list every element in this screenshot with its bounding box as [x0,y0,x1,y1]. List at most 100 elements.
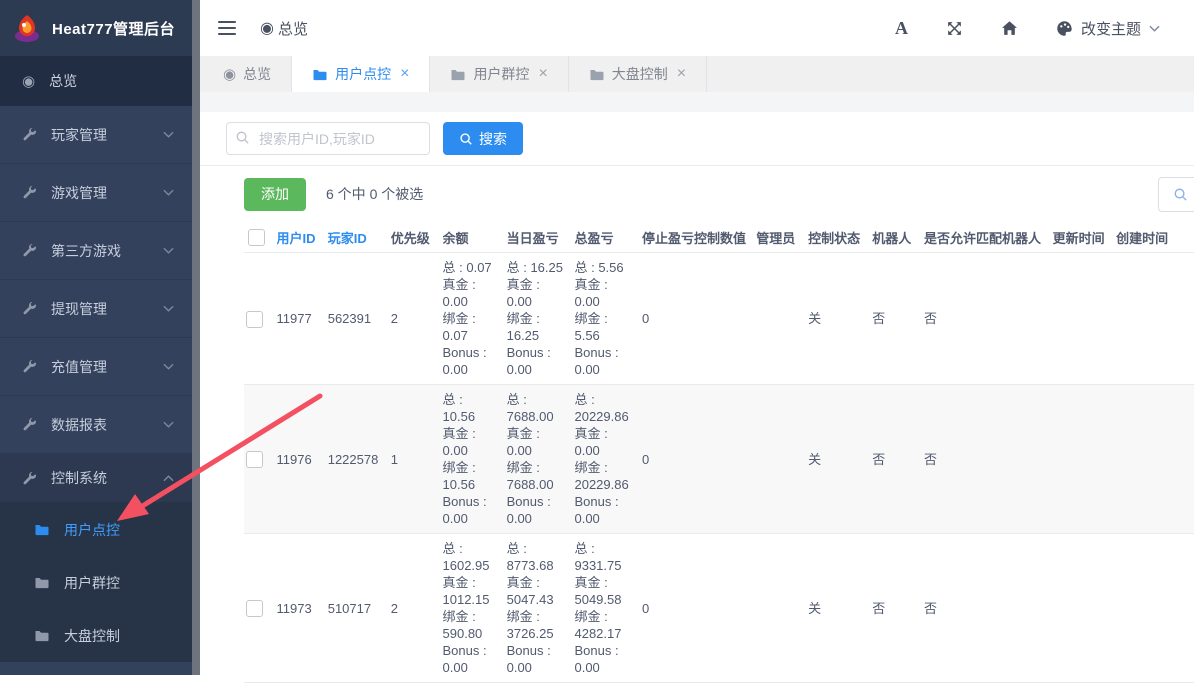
cell-admin [756,385,808,534]
main-area: ◉ 总览 A 改变主题 ◉ 总览 用户点控× 用户群控 × [200,0,1194,675]
cell-stop-value: 0 [642,253,756,385]
tab-bar: ◉ 总览 用户点控× 用户群控 × 大盘控制× [200,56,1194,92]
cell-control-state: 关 [808,253,872,385]
cell-balance: 总 : 10.56 真金 : 0.00 绑金 : 10.56 Bonus : 0… [443,385,507,534]
table-row: 119775623912总 : 0.07 真金 : 0.00 绑金 : 0.07… [244,253,1194,385]
row-checkbox[interactable] [246,311,263,328]
sidebar-item-overview[interactable]: ◉ 总览 [0,56,192,106]
sidebar-overview-label: 总览 [49,71,77,91]
cell-robot: 否 [872,253,924,385]
column-header[interactable]: 玩家ID [328,222,391,253]
tab-overview[interactable]: ◉ 总览 [203,56,292,92]
add-button[interactable]: 添加 [244,178,306,211]
cell-player-id: 562391 [328,253,391,385]
row-checkbox[interactable] [246,600,263,617]
cell-total-pl: 总 : 9331.75 真金 : 5049.58 绑金 : 4282.17 Bo… [574,534,641,683]
row-checkbox[interactable] [246,451,263,468]
search-icon [235,130,250,145]
column-header: 停止盈亏控制数值 [642,222,756,253]
app-logo-row[interactable]: Heat777管理后台 [0,0,192,56]
column-header: 当日盈亏 [507,222,575,253]
table-toolbar: 添加 6 个中 0 个被选 [200,166,1194,222]
search-button[interactable]: 搜索 [443,122,523,155]
sidebar-item-label: 玩家管理 [51,125,149,145]
column-search-button[interactable] [1158,177,1194,212]
tab-label: 用户群控 [473,64,529,84]
cell-balance: 总 : 0.07 真金 : 0.00 绑金 : 0.07 Bonus : 0.0… [443,253,507,385]
sidebar-item-control-system[interactable]: 控制系统 [0,454,192,503]
tab-label: 总览 [243,64,271,84]
search-box [226,122,430,155]
column-header: 余额 [443,222,507,253]
row-select-cell [244,253,277,385]
sidebar-item-user-group-control[interactable]: 用户群控 [0,556,192,609]
cell-balance: 总 : 1602.95 真金 : 1012.15 绑金 : 590.80 Bon… [443,534,507,683]
cell-player-id: 510717 [328,534,391,683]
sidebar-menu: 玩家管理 游戏管理 第三方游戏 提现管理 充值管理 数据报表 控制系统 用户点控… [0,106,192,675]
sidebar-item-withdrawal[interactable]: 提现管理 [0,280,192,338]
sidebar-item-permissions[interactable]: 权限管理 [0,662,192,675]
data-table-wrap: 用户ID玩家ID优先级余额当日盈亏总盈亏停止盈亏控制数值管理员控制状态机器人是否… [244,222,1194,683]
eye-icon: ◉ [22,72,35,90]
cell-allow-match-robot: 否 [924,253,1053,385]
select-all-checkbox[interactable] [248,229,265,246]
row-select-cell [244,385,277,534]
sidebar-item-reports[interactable]: 数据报表 [0,396,192,454]
sidebar-item-players[interactable]: 玩家管理 [0,106,192,164]
sidebar-item-label: 用户群控 [64,573,192,593]
cell-daily-pl: 总 : 8773.68 真金 : 5047.43 绑金 : 3726.25 Bo… [507,534,575,683]
close-icon[interactable]: × [400,66,409,82]
content-panel: 搜索 添加 6 个中 0 个被选 用户ID玩家 [200,112,1194,675]
cell-daily-pl: 总 : 16.25 真金 : 0.00 绑金 : 16.25 Bonus : 0… [507,253,575,385]
chevron-down-icon [1149,25,1160,32]
cell-admin [756,253,808,385]
sidebar: Heat777管理后台 ◉ 总览 玩家管理 游戏管理 第三方游戏 提现管理 充值… [0,0,192,675]
sidebar-item-market-control[interactable]: 大盘控制 [0,609,192,662]
cell-user-id: 11973 [277,534,328,683]
palette-icon [1056,20,1073,37]
column-header: 控制状态 [808,222,872,253]
menu-toggle-icon[interactable] [218,21,236,35]
eye-icon: ◉ [223,65,236,83]
table-row: 1197612225781总 : 10.56 真金 : 0.00 绑金 : 10… [244,385,1194,534]
app-title: Heat777管理后台 [52,18,175,39]
tab-market-control[interactable]: 大盘控制× [569,56,707,92]
search-icon [459,132,473,146]
sidebar-item-label: 第三方游戏 [51,241,149,261]
column-header[interactable]: 用户ID [277,222,328,253]
font-size-icon[interactable]: A [895,18,908,39]
home-icon[interactable] [1001,20,1018,37]
cell-updated-at [1053,534,1117,683]
sidebar-item-games[interactable]: 游戏管理 [0,164,192,222]
cell-allow-match-robot: 否 [924,534,1053,683]
search-input[interactable] [226,122,430,155]
select-all-header [244,222,277,253]
breadcrumb[interactable]: ◉ 总览 [260,18,308,39]
tab-user-group-control[interactable]: 用户群控 × [430,56,568,92]
cell-control-state: 关 [808,534,872,683]
tab-user-point-control[interactable]: 用户点控× [292,56,430,92]
close-icon[interactable]: × [538,66,547,82]
cell-priority: 1 [391,385,443,534]
cell-user-id: 11976 [277,385,328,534]
sidebar-item-label: 大盘控制 [64,626,192,646]
cell-priority: 2 [391,253,443,385]
table-body: 119775623912总 : 0.07 真金 : 0.00 绑金 : 0.07… [244,253,1194,683]
sidebar-item-third-party-games[interactable]: 第三方游戏 [0,222,192,280]
app-logo-icon [12,13,42,43]
breadcrumb-label: 总览 [278,18,308,39]
sidebar-item-user-point-control[interactable]: 用户点控 [0,503,192,556]
sidebar-item-label: 充值管理 [51,357,149,377]
close-icon[interactable]: × [677,66,686,82]
sidebar-item-label: 控制系统 [51,468,149,488]
cell-stop-value: 0 [642,534,756,683]
column-header: 总盈亏 [574,222,641,253]
sidebar-item-deposit[interactable]: 充值管理 [0,338,192,396]
theme-picker[interactable]: 改变主题 [1056,18,1160,39]
navbar-actions: A 改变主题 [895,18,1160,39]
fullscreen-icon[interactable] [946,20,963,37]
row-select-cell [244,534,277,683]
theme-label: 改变主题 [1081,18,1141,39]
column-header: 管理员 [756,222,808,253]
column-header: 机器人 [872,222,924,253]
